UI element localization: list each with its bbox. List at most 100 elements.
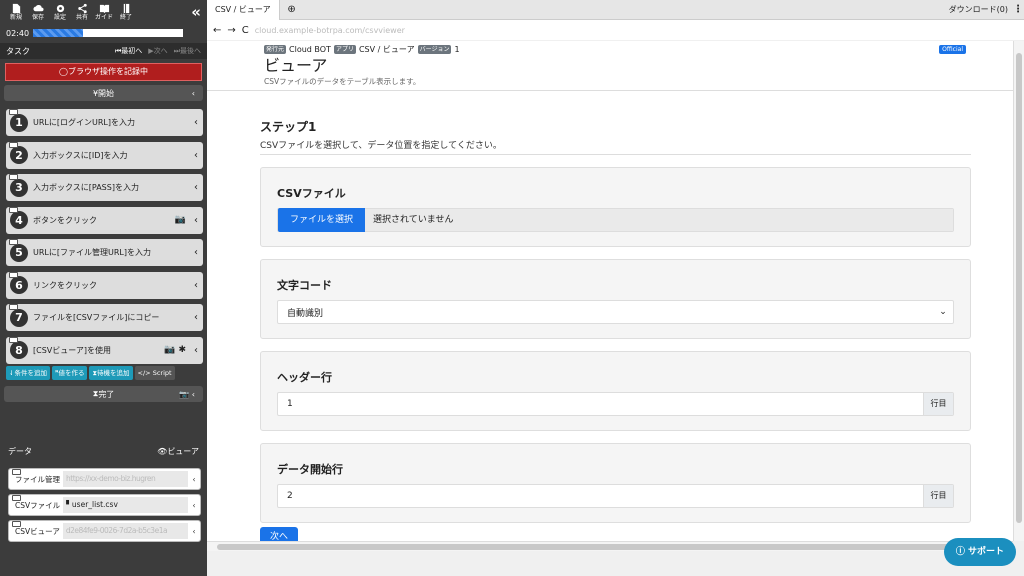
code-icon: </> (137, 369, 151, 377)
start-label: 開始 (98, 88, 115, 98)
badge-row: 発行元 Cloud BOT アプリ CSV / ビューア バージョン 1 (264, 44, 1013, 55)
data-item-value: d2e84fe9-0026-7d2a-b5c3e1a (62, 523, 188, 539)
publisher-badge: 発行元 (264, 45, 287, 54)
back-icon[interactable]: ← (213, 25, 221, 36)
encoding-label: 文字コード (277, 279, 332, 292)
make-value-button[interactable]: ❞値を作る (51, 366, 88, 380)
settings-button[interactable]: 設定 (50, 3, 70, 27)
add-condition-button[interactable]: ⇃条件を追加 (6, 366, 50, 380)
forward-icon[interactable]: → (227, 25, 235, 36)
chevron-left-icon[interactable]: ‹ (189, 215, 203, 226)
step-item[interactable]: 1 URLに[ログインURL]を入力 ‹ (6, 109, 203, 136)
header-row-input[interactable]: 1 行目 (277, 392, 954, 416)
camera-icon[interactable]: 📷 (179, 390, 189, 399)
csv-file-card: CSVファイル ファイルを選択 選択されていません (260, 167, 971, 247)
data-item[interactable]: CSVビューア d2e84fe9-0026-7d2a-b5c3e1a ‹ (8, 520, 201, 542)
chevron-left-icon[interactable]: ‹ (189, 312, 203, 323)
new-button[interactable]: 新規 (6, 3, 26, 27)
last-button[interactable]: ⏭最後へ (174, 46, 201, 56)
page-content: ステップ1 CSVファイルを選択して、データ位置を指定してください。 CSVファ… (207, 91, 1013, 523)
cloud-save-icon (32, 5, 44, 12)
app-badge: アプリ (333, 45, 356, 54)
data-item[interactable]: ファイル管理 https://xx-demo-biz.hugren ‹ (8, 468, 201, 490)
download-button[interactable]: ダウンロード(0) (949, 4, 1012, 15)
recording-banner[interactable]: ◯ブラウザ操作を記録中 (5, 63, 202, 81)
chevron-left-icon[interactable]: ‹ (189, 247, 203, 258)
data-item-value: ▘user_list.csv (63, 497, 188, 513)
guide-button[interactable]: ガイド (94, 3, 114, 27)
plugin-icon[interactable]: ✱ (178, 345, 186, 355)
viewer-toggle[interactable]: 👁ビューア (157, 446, 199, 460)
tab-csv-viewer[interactable]: CSV / ビューア (207, 0, 280, 20)
horizontal-scroll-thumb[interactable] (217, 544, 1002, 550)
chevron-left-icon[interactable]: ‹ (192, 89, 195, 98)
page-header: 発行元 Cloud BOT アプリ CSV / ビューア バージョン 1 Offici… (207, 41, 1013, 91)
guide-label: ガイド (94, 14, 113, 21)
file-input[interactable]: ファイルを選択 選択されていません (277, 208, 954, 232)
camera-icon[interactable]: 📷 (164, 345, 175, 355)
chevron-left-icon[interactable]: ‹ (188, 501, 200, 510)
page-title: ビューア (264, 56, 328, 75)
step-item[interactable]: 4 ボタンをクリック 📷 ‹ (6, 206, 203, 234)
chevron-left-icon[interactable]: ‹ (188, 475, 200, 484)
script-button[interactable]: </> Script (134, 366, 175, 380)
chevron-left-icon[interactable]: ‹ (192, 390, 195, 399)
url-field[interactable]: cloud.example-botrpa.com/csvviewer (255, 26, 405, 35)
step-item[interactable]: 6 リンクをクリック ‹ (6, 271, 203, 299)
data-items: ファイル管理 https://xx-demo-biz.hugren ‹ CSVファイ… (8, 468, 201, 546)
vertical-scroll-thumb[interactable] (1016, 53, 1022, 523)
menu-icon[interactable]: ⋮ (1012, 4, 1024, 15)
step-item[interactable]: 2 入力ボックスに[ID]を入力 ‹ (6, 141, 203, 169)
page-viewport: 発行元 Cloud BOT アプリ CSV / ビューア バージョン 1 Offici… (207, 41, 1013, 541)
data-item-value-text: user_list.csv (71, 500, 118, 509)
chevron-left-icon[interactable]: ‹ (189, 117, 203, 128)
gear-icon (56, 4, 64, 13)
exit-button[interactable]: 終了 (116, 3, 136, 27)
new-label: 新規 (9, 14, 22, 21)
step-item[interactable]: 3 入力ボックスに[PASS]を入力 ‹ (6, 174, 203, 201)
chevron-left-icon[interactable]: ‹ (189, 280, 203, 291)
end-block[interactable]: ⧗ 完了 📷 ‹ (4, 386, 203, 402)
book-icon (99, 4, 109, 14)
step-label: リンクをクリック (33, 280, 97, 290)
step-item[interactable]: 8 [CSVビューア]を使用 📷 ✱ ‹ (6, 336, 203, 364)
share-button[interactable]: 共有 (72, 3, 92, 27)
chevron-left-icon[interactable]: ‹ (189, 182, 203, 193)
choose-file-button[interactable]: ファイルを選択 (278, 208, 366, 232)
step-item[interactable]: 5 URLに[ファイル管理URL]を入力 ‹ (6, 239, 203, 266)
next-task-button[interactable]: ▶次へ (148, 46, 167, 56)
collapse-sidebar-button[interactable]: « (191, 5, 201, 20)
step-tag-icon (9, 174, 18, 180)
data-panel-header: データ 👁ビューア (0, 446, 207, 460)
publisher-value: Cloud BOT (289, 45, 331, 54)
step-number: 2 (10, 146, 28, 164)
chevron-left-icon[interactable]: ‹ (188, 527, 200, 536)
script-label: Script (152, 369, 172, 377)
start-block[interactable]: ¥ 開始 ‹ (4, 85, 203, 101)
version-value: 1 (454, 45, 460, 54)
reload-icon[interactable]: C (242, 25, 249, 36)
save-button[interactable]: 保存 (28, 3, 48, 27)
step-item[interactable]: 7 ファイルを[CSVファイル]にコピー ‹ (6, 304, 203, 331)
data-item-value: https://xx-demo-biz.hugren (63, 471, 188, 487)
first-button[interactable]: ⏮最初へ (115, 46, 142, 56)
step-number: 8 (10, 341, 28, 359)
step-description: CSVファイルを選択して、データ位置を指定してください。 (260, 138, 971, 155)
horizontal-scrollbar[interactable] (207, 541, 1013, 551)
next-button[interactable]: 次へ (260, 527, 299, 541)
new-tab-button[interactable]: ⊕ (284, 2, 300, 18)
add-wait-button[interactable]: ⧗待機を追加 (89, 366, 133, 380)
camera-icon[interactable]: 📷 (175, 215, 186, 225)
encoding-select[interactable]: 自動識別 ⌄ (277, 300, 954, 324)
data-start-label: データ開始行 (277, 463, 343, 476)
step-number: 3 (10, 178, 28, 197)
data-start-input[interactable]: 2 行目 (277, 484, 954, 508)
vertical-scrollbar[interactable] (1013, 41, 1024, 541)
chevron-left-icon[interactable]: ‹ (189, 345, 203, 356)
step-label: 入力ボックスに[PASS]を入力 (33, 183, 139, 192)
data-item[interactable]: CSVファイル ▘user_list.csv ‹ (8, 494, 201, 516)
chevron-left-icon[interactable]: ‹ (189, 150, 203, 161)
support-button[interactable]: ⓘ サポート (943, 538, 1016, 566)
step-tag-icon (9, 271, 18, 278)
page-subtitle: CSVファイルのデータをテーブル表示します。 (264, 77, 421, 86)
